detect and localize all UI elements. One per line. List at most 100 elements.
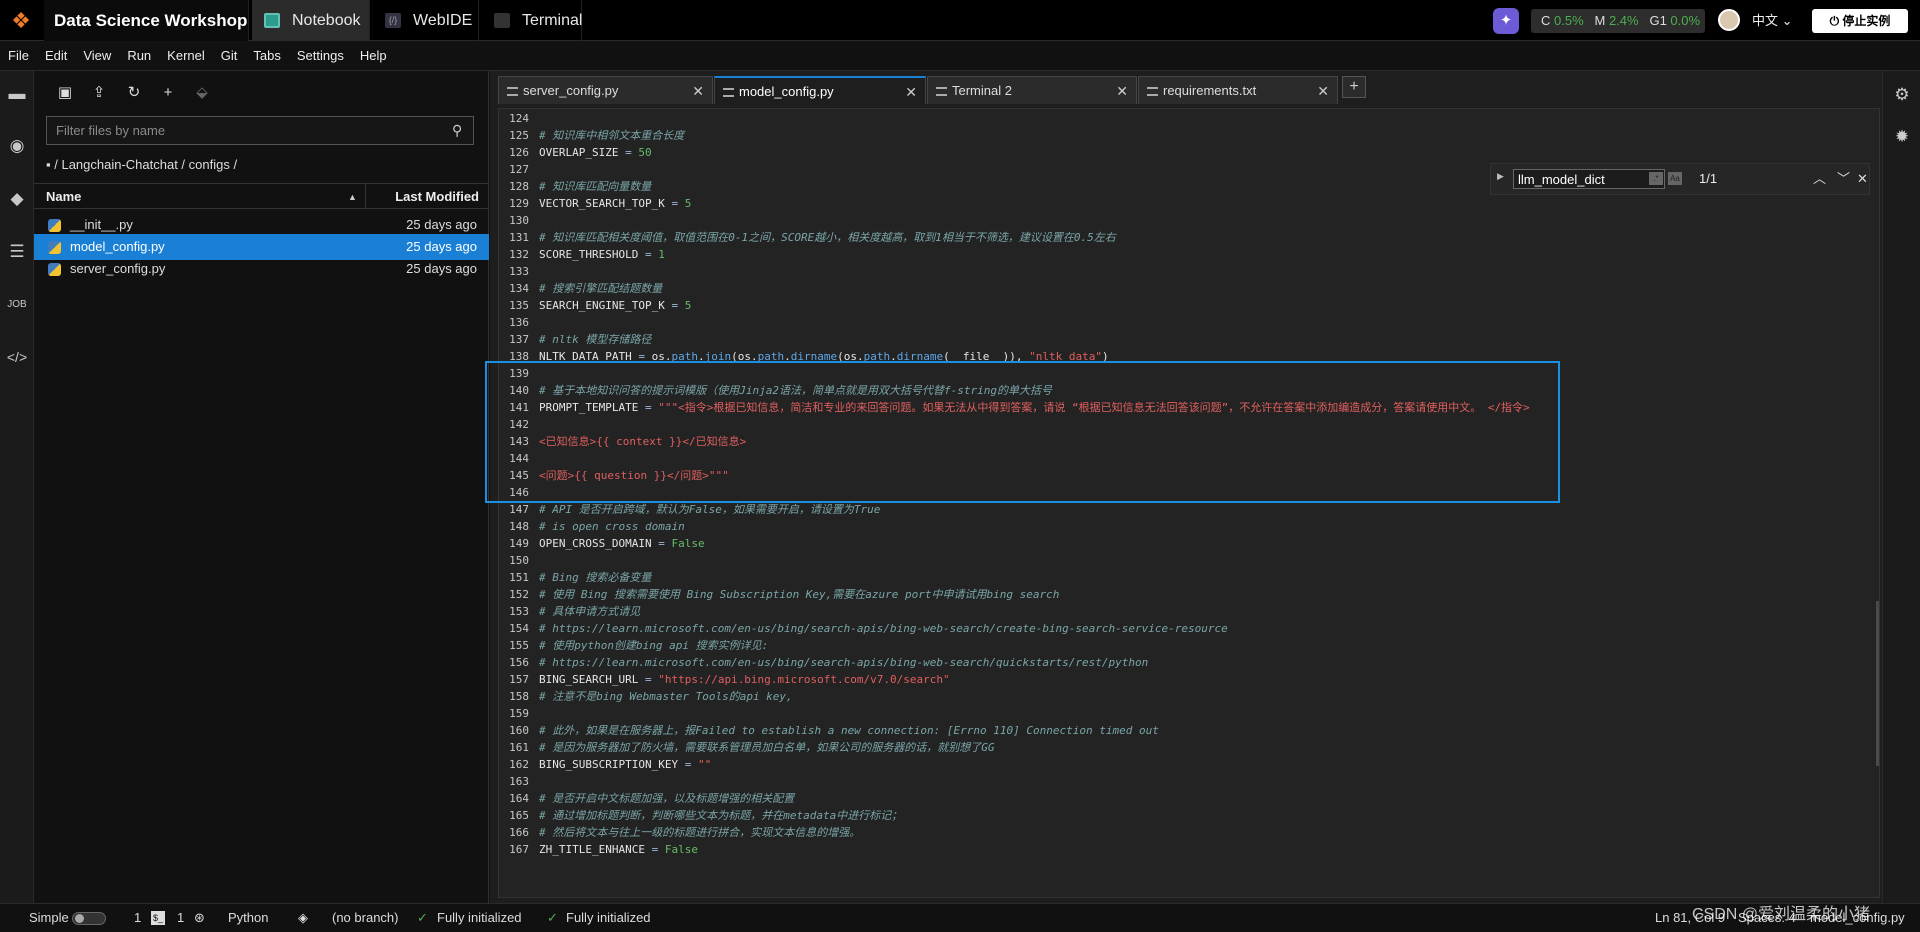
stop-instance-button[interactable]: ⏻ 停止实例 <box>1812 9 1908 33</box>
editor-tab-terminal-2[interactable]: Terminal 2 ✕ <box>927 76 1137 104</box>
code-snippets-icon[interactable]: </> <box>0 339 34 375</box>
vertical-scrollbar[interactable] <box>1875 109 1879 897</box>
find-next-icon[interactable]: ﹀ <box>1837 164 1850 194</box>
top-tab-webide[interactable]: {/} WebIDE <box>373 0 479 41</box>
new-launcher-icon[interactable]: + <box>156 81 180 105</box>
toc-icon[interactable]: ☰ <box>0 234 34 270</box>
terminal-count[interactable]: 1 <box>177 904 184 932</box>
code-keyword: False <box>671 537 705 550</box>
top-tab-terminal[interactable]: Terminal <box>482 0 582 41</box>
close-icon[interactable]: ✕ <box>692 77 704 105</box>
code-line-164[interactable]: # 是否开启中文标题加强，以及标题增强的相关配置 <box>539 790 794 807</box>
running-icon[interactable]: ◉ <box>0 128 34 164</box>
scrollbar-thumb[interactable] <box>1876 601 1879 766</box>
menu-edit[interactable]: Edit <box>37 41 75 71</box>
code-line-161[interactable]: # 是因为服务器加了防火墙，需要联系管理员加白名单，如果公司的服务器的话，就别想… <box>539 739 995 756</box>
code-line-167[interactable]: ZH_TITLE_ENHANCE = False <box>539 841 698 858</box>
code-line-166[interactable]: # 然后将文本与往上一级的标题进行拼合，实现文本信息的增强。 <box>539 824 860 841</box>
new-folder-icon[interactable]: ▣ <box>53 81 77 105</box>
git-branch[interactable]: (no branch) <box>332 904 398 932</box>
regex-icon[interactable]: .* <box>1649 172 1663 185</box>
kernel-name[interactable]: Python <box>228 904 268 932</box>
app-logo-icon[interactable]: ❖ <box>0 0 42 41</box>
lsp-status[interactable]: Fully initialized <box>437 904 522 932</box>
find-prev-icon[interactable]: ︿ <box>1813 164 1826 194</box>
line-number: 150 <box>509 554 529 567</box>
code-editor[interactable]: 124 125 126 127 128 129 130 131 132 133 134 135 136 1… <box>498 108 1880 898</box>
top-tab-notebook[interactable]: Notebook <box>252 0 370 41</box>
git-icon[interactable]: ◆ <box>0 181 34 217</box>
close-icon[interactable]: ✕ <box>1116 77 1128 105</box>
code-line-131[interactable]: # 知识库匹配相关度阈值，取值范围在0-1之间，SCORE越小，相关度越高，取到… <box>539 229 1116 246</box>
notebook-icon <box>264 13 280 28</box>
menu-kernel[interactable]: Kernel <box>159 41 213 71</box>
menu-help[interactable]: Help <box>352 41 395 71</box>
code-op: = <box>644 843 665 856</box>
find-input[interactable] <box>1513 169 1665 189</box>
code-line-153[interactable]: # 具体申请方式请见 <box>539 603 640 620</box>
menu-git[interactable]: Git <box>213 41 246 71</box>
file-browser: ▣ ⇪ ↻ + ⬙ ⚲ ▪ / Langchain-Chatchat / con… <box>34 71 489 903</box>
file-row[interactable]: server_config.py 25 days ago <box>34 256 489 282</box>
column-modified-header[interactable]: Last Modified <box>365 184 489 208</box>
lsp-status[interactable]: Fully initialized <box>566 904 651 932</box>
code-line-128[interactable]: # 知识库匹配向量数量 <box>539 178 651 195</box>
upload-icon[interactable]: ⇪ <box>87 81 111 105</box>
code-line-152[interactable]: # 使用 Bing 搜索需要使用 Bing Subscription Key,需… <box>539 586 1059 603</box>
avatar[interactable] <box>1718 9 1740 31</box>
code-line-129[interactable]: VECTOR_SEARCH_TOP_K = 5 <box>539 195 691 212</box>
refresh-icon[interactable]: ↻ <box>122 81 146 105</box>
column-name-header[interactable]: Name <box>46 184 81 210</box>
code-line-154[interactable]: # https://learn.microsoft.com/en-us/bing… <box>539 620 1228 637</box>
editor-tab-server-config[interactable]: server_config.py ✕ <box>498 76 713 104</box>
close-icon[interactable]: ✕ <box>905 78 917 106</box>
menu-view[interactable]: View <box>75 41 119 71</box>
chevron-right-icon[interactable]: ▶ <box>1497 171 1504 182</box>
filter-files-input[interactable] <box>46 116 474 145</box>
code-line-158[interactable]: # 注意不是bing Webmaster Tools的api key, <box>539 688 793 705</box>
code-line-162[interactable]: BING_SUBSCRIPTION_KEY = "" <box>539 756 711 773</box>
terminal-icon: $_ <box>151 911 166 925</box>
breadcrumb[interactable]: ▪ / Langchain-Chatchat / configs / <box>46 155 237 175</box>
code-line-165[interactable]: # 通过增加标题判断，判断哪些文本为标题，并在metadata中进行标记； <box>539 807 902 824</box>
match-case-icon[interactable]: Aa <box>1668 172 1682 185</box>
close-icon[interactable]: ✕ <box>1857 164 1868 194</box>
debugger-icon[interactable]: ✹ <box>1883 127 1920 147</box>
menu-settings[interactable]: Settings <box>289 41 352 71</box>
editor-tab-model-config[interactable]: model_config.py ✕ <box>714 76 926 104</box>
add-tab-button[interactable]: + <box>1342 76 1366 98</box>
top-tab-label: WebIDE <box>413 12 473 29</box>
activity-bar: ▬ ◉ ◆ ☰ JOB </> <box>0 71 34 903</box>
ai-assistant-icon[interactable]: ✦ <box>1493 8 1519 34</box>
code-line-155[interactable]: # 使用python创建bing api 搜索实例详见: <box>539 637 768 654</box>
git-clone-icon[interactable]: ⬙ <box>190 81 214 105</box>
menu-tabs[interactable]: Tabs <box>245 41 288 71</box>
kernel-count[interactable]: 1 <box>134 904 141 932</box>
code-line-160[interactable]: # 此外，如果是在服务器上，报Failed to establish a new… <box>539 722 1159 739</box>
editor-tab-requirements[interactable]: requirements.txt ✕ <box>1138 76 1338 104</box>
simple-mode-toggle[interactable] <box>72 912 106 925</box>
gear-icon[interactable]: ⚙ <box>1883 85 1920 105</box>
code-line-151[interactable]: # Bing 搜索必备变量 <box>539 569 651 586</box>
jobs-icon[interactable]: JOB <box>0 287 34 323</box>
menu-run[interactable]: Run <box>119 41 159 71</box>
code-line-147[interactable]: # API 是否开启跨域，默认为False，如果需要开启，请设置为True <box>539 501 880 518</box>
line-number: 160 <box>509 724 529 737</box>
code-line-148[interactable]: # is open cross domain <box>539 518 685 535</box>
code-line-134[interactable]: # 搜索引擎匹配结题数量 <box>539 280 662 297</box>
code-line-149[interactable]: OPEN_CROSS_DOMAIN = False <box>539 535 705 552</box>
gpu-label: G1 <box>1649 13 1667 28</box>
language-selector[interactable]: 中文 ⌄ <box>1752 0 1793 41</box>
cpu-label: C <box>1541 13 1551 28</box>
folder-icon[interactable]: ▬ <box>0 76 34 112</box>
code-line-157[interactable]: BING_SEARCH_URL = "https://api.bing.micr… <box>539 671 950 688</box>
code-line-135[interactable]: SEARCH_ENGINE_TOP_K = 5 <box>539 297 691 314</box>
code-line-132[interactable]: SCORE_THRESHOLD = 1 <box>539 246 665 263</box>
code-line-125[interactable]: # 知识库中相邻文本重合长度 <box>539 127 684 144</box>
code-line-156[interactable]: # https://learn.microsoft.com/en-us/bing… <box>539 654 1148 671</box>
code-line-126[interactable]: OVERLAP_SIZE = 50 <box>539 144 652 161</box>
close-icon[interactable]: ✕ <box>1317 77 1329 105</box>
code-line-137[interactable]: # nltk 模型存储路径 <box>539 331 651 348</box>
menu-file[interactable]: File <box>0 41 37 71</box>
highlight-box <box>485 361 1560 503</box>
